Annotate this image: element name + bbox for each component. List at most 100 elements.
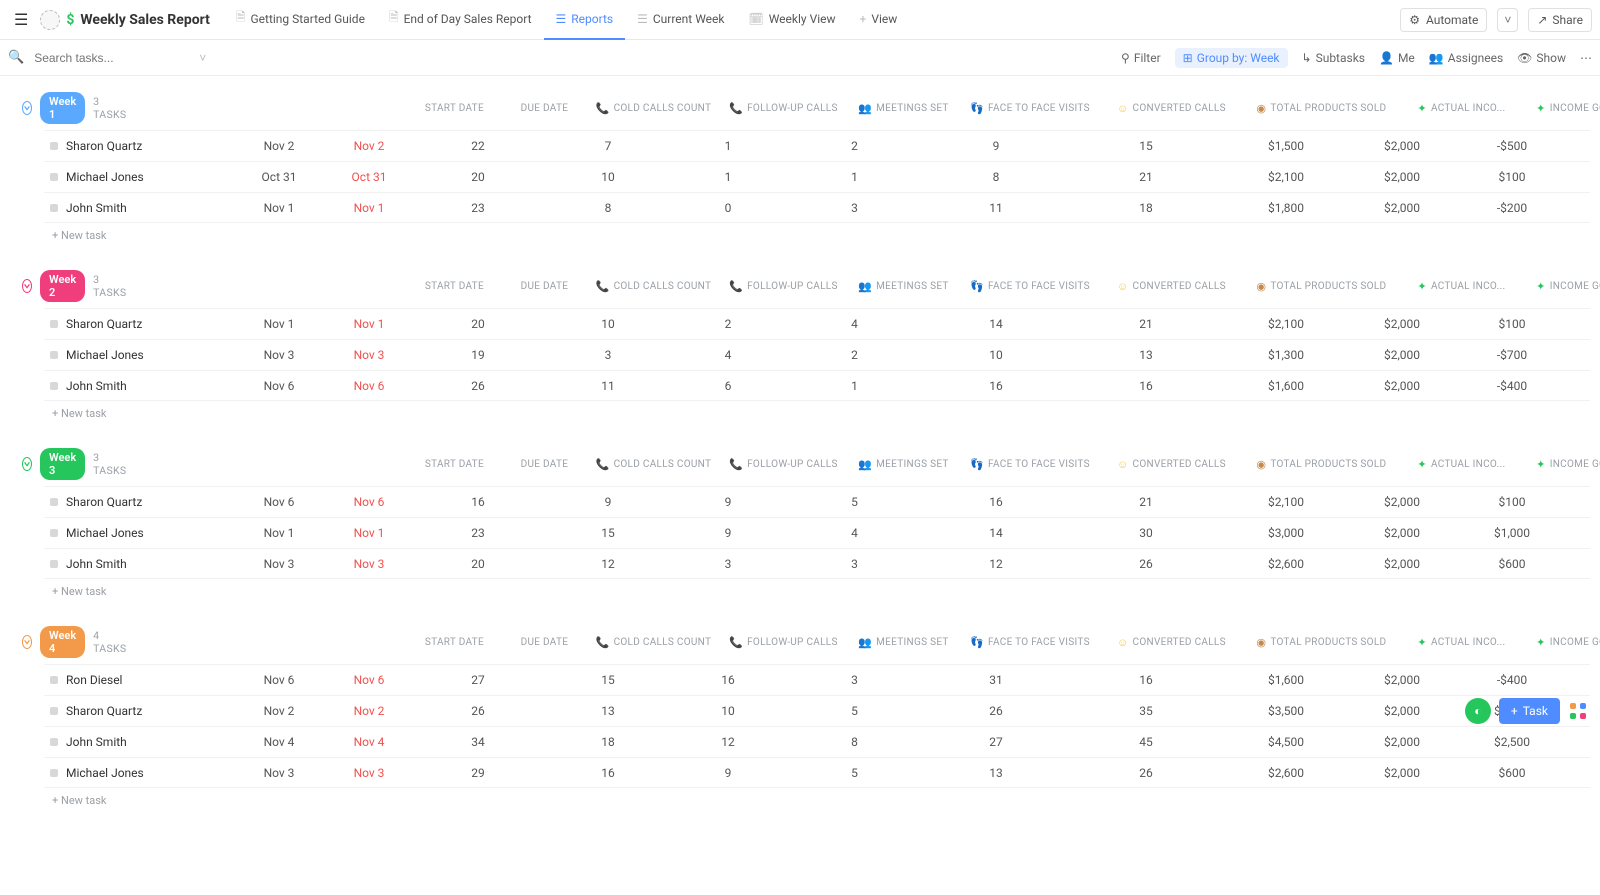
table-row[interactable]: Sharon QuartzNov 1Nov 12010241421$2,100$… bbox=[44, 308, 1590, 339]
cell-ai[interactable]: $4,500 bbox=[1226, 735, 1346, 749]
cell-cv[interactable]: 13 bbox=[926, 766, 1066, 780]
cell-ig[interactable]: $2,000 bbox=[1346, 766, 1458, 780]
new-task-fab[interactable]: + Task bbox=[1499, 698, 1560, 724]
column-header-due[interactable]: DUE DATE bbox=[500, 457, 588, 471]
cell-mt[interactable]: 9 bbox=[673, 495, 783, 509]
cell-due[interactable]: Nov 3 bbox=[325, 766, 413, 780]
column-header-fu[interactable]: 📞FOLLOW-UP CALLS bbox=[718, 101, 848, 115]
cell-gd[interactable]: $100 bbox=[1458, 170, 1566, 184]
cell-gd[interactable]: -$500 bbox=[1458, 139, 1566, 153]
column-header-ff[interactable]: 👣FACE TO FACE VISITS bbox=[958, 101, 1101, 115]
cell-tp[interactable]: 35 bbox=[1066, 704, 1226, 718]
cell-gd[interactable]: $2,500 bbox=[1458, 735, 1566, 749]
tab-view[interactable]: +View bbox=[848, 0, 910, 40]
cell-ai[interactable]: $1,600 bbox=[1226, 673, 1346, 687]
cell-start[interactable]: Nov 3 bbox=[233, 766, 325, 780]
new-task-button[interactable]: + New task bbox=[18, 579, 1590, 598]
column-header-mt[interactable]: 👥MEETINGS SET bbox=[848, 457, 958, 471]
status-square[interactable] bbox=[50, 560, 58, 568]
cell-due[interactable]: Nov 2 bbox=[325, 139, 413, 153]
cell-cc[interactable]: 22 bbox=[413, 139, 543, 153]
column-header-due[interactable]: DUE DATE bbox=[500, 635, 588, 649]
cell-mt[interactable]: 3 bbox=[673, 557, 783, 571]
cell-cc[interactable]: 23 bbox=[413, 526, 543, 540]
cell-fu[interactable]: 7 bbox=[543, 139, 673, 153]
cell-fu[interactable]: 10 bbox=[543, 170, 673, 184]
cell-ig[interactable]: $2,000 bbox=[1346, 495, 1458, 509]
cell-tp[interactable]: 18 bbox=[1066, 201, 1226, 215]
cell-ff[interactable]: 3 bbox=[783, 673, 926, 687]
column-header-cv[interactable]: ☺CONVERTED CALLS bbox=[1101, 457, 1241, 471]
cell-fu[interactable]: 11 bbox=[543, 379, 673, 393]
cell-cv[interactable]: 27 bbox=[926, 735, 1066, 749]
table-row[interactable]: Michael JonesNov 1Nov 12315941430$3,000$… bbox=[44, 517, 1590, 548]
cell-fu[interactable]: 18 bbox=[543, 735, 673, 749]
column-header-cc[interactable]: 📞COLD CALLS COUNT bbox=[588, 279, 718, 293]
column-header-cc[interactable]: 📞COLD CALLS COUNT bbox=[588, 635, 718, 649]
table-row[interactable]: John SmithNov 1Nov 1238031118$1,800$2,00… bbox=[44, 192, 1590, 223]
cell-due[interactable]: Nov 2 bbox=[325, 704, 413, 718]
cell-start[interactable]: Nov 3 bbox=[233, 348, 325, 362]
cell-cc[interactable]: 26 bbox=[413, 379, 543, 393]
cell-ai[interactable]: $1,500 bbox=[1226, 139, 1346, 153]
cell-due[interactable]: Nov 1 bbox=[325, 201, 413, 215]
cell-ai[interactable]: $2,100 bbox=[1226, 495, 1346, 509]
cell-due[interactable]: Nov 6 bbox=[325, 673, 413, 687]
column-header-mt[interactable]: 👥MEETINGS SET bbox=[848, 279, 958, 293]
filter-show[interactable]: 👁Show bbox=[1517, 51, 1566, 65]
cell-due[interactable]: Nov 3 bbox=[325, 348, 413, 362]
cell-ff[interactable]: 4 bbox=[783, 317, 926, 331]
cell-mt[interactable]: 1 bbox=[673, 139, 783, 153]
cell-ai[interactable]: $1,300 bbox=[1226, 348, 1346, 362]
menu-icon[interactable]: ☰ bbox=[8, 10, 34, 29]
status-square[interactable] bbox=[50, 142, 58, 150]
column-header-start[interactable]: START DATE bbox=[408, 635, 500, 649]
table-row[interactable]: Sharon QuartzNov 2Nov 226131052635$3,500… bbox=[44, 695, 1590, 726]
table-row[interactable]: Sharon QuartzNov 6Nov 6169951621$2,100$2… bbox=[44, 486, 1590, 517]
column-header-ai[interactable]: ✦ACTUAL INCO... bbox=[1401, 279, 1521, 293]
cell-tp[interactable]: 13 bbox=[1066, 348, 1226, 362]
new-task-button[interactable]: + New task bbox=[18, 223, 1590, 242]
cell-cv[interactable]: 26 bbox=[926, 704, 1066, 718]
cell-mt[interactable]: 9 bbox=[673, 526, 783, 540]
cell-cv[interactable]: 16 bbox=[926, 379, 1066, 393]
cell-fu[interactable]: 3 bbox=[543, 348, 673, 362]
cell-start[interactable]: Nov 3 bbox=[233, 557, 325, 571]
cell-ff[interactable]: 1 bbox=[783, 379, 926, 393]
cell-tp[interactable]: 30 bbox=[1066, 526, 1226, 540]
share-button[interactable]: ↗ Share bbox=[1528, 8, 1592, 32]
cell-fu[interactable]: 12 bbox=[543, 557, 673, 571]
cell-gd[interactable]: $100 bbox=[1458, 317, 1566, 331]
cell-cc[interactable]: 29 bbox=[413, 766, 543, 780]
cell-ig[interactable]: $2,000 bbox=[1346, 379, 1458, 393]
cell-cv[interactable]: 9 bbox=[926, 139, 1066, 153]
cell-start[interactable]: Nov 6 bbox=[233, 379, 325, 393]
status-square[interactable] bbox=[50, 676, 58, 684]
tab-end-of-day-sales-report[interactable]: 🗎End of Day Sales Report bbox=[377, 0, 544, 40]
cell-ig[interactable]: $2,000 bbox=[1346, 170, 1458, 184]
cell-fu[interactable]: 10 bbox=[543, 317, 673, 331]
cell-cv[interactable]: 10 bbox=[926, 348, 1066, 362]
status-square[interactable] bbox=[50, 498, 58, 506]
cell-mt[interactable]: 10 bbox=[673, 704, 783, 718]
column-header-start[interactable]: START DATE bbox=[408, 279, 500, 293]
collapse-toggle[interactable] bbox=[22, 635, 32, 649]
cell-ff[interactable]: 2 bbox=[783, 139, 926, 153]
cell-cc[interactable]: 27 bbox=[413, 673, 543, 687]
column-header-cv[interactable]: ☺CONVERTED CALLS bbox=[1101, 279, 1241, 293]
cell-ai[interactable]: $2,100 bbox=[1226, 317, 1346, 331]
group-pill[interactable]: Week 3 bbox=[40, 448, 85, 480]
cell-fu[interactable]: 8 bbox=[543, 201, 673, 215]
cell-cv[interactable]: 31 bbox=[926, 673, 1066, 687]
status-square[interactable] bbox=[50, 382, 58, 390]
column-header-mt[interactable]: 👥MEETINGS SET bbox=[848, 101, 958, 115]
new-task-button[interactable]: + New task bbox=[18, 788, 1590, 807]
cell-cv[interactable]: 14 bbox=[926, 526, 1066, 540]
cell-start[interactable]: Nov 2 bbox=[233, 139, 325, 153]
cell-tp[interactable]: 16 bbox=[1066, 673, 1226, 687]
cell-due[interactable]: Nov 1 bbox=[325, 526, 413, 540]
cell-mt[interactable]: 1 bbox=[673, 170, 783, 184]
cell-ig[interactable]: $2,000 bbox=[1346, 704, 1458, 718]
cell-cv[interactable]: 14 bbox=[926, 317, 1066, 331]
cell-mt[interactable]: 2 bbox=[673, 317, 783, 331]
